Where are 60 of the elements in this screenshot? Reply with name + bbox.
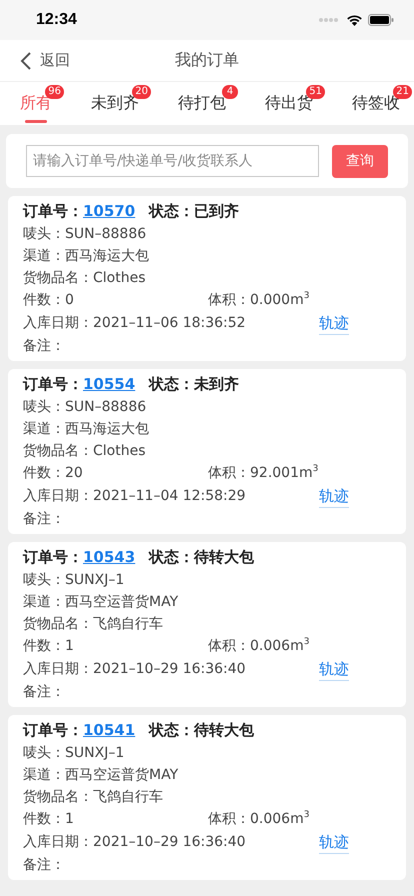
- volume-text: 体积：0.000m$^{3}$: [208, 290, 310, 310]
- channel-text: 渠道：西马空运普货MAY: [23, 593, 180, 612]
- status-label: 状态：: [149, 202, 194, 220]
- order-number-link[interactable]: 10554: [83, 375, 136, 393]
- status-label: 状态：: [149, 375, 194, 393]
- order-status: 未到齐: [194, 375, 240, 393]
- tab-indicator: [25, 120, 47, 123]
- note-text: 备注：: [23, 510, 66, 529]
- track-link[interactable]: 轨迹: [319, 484, 349, 508]
- mark-text: 唛头：SUNXJ–1: [23, 571, 126, 590]
- order-number-link[interactable]: 10541: [83, 721, 136, 739]
- date-text: 入库日期：2021–11–04 12:58:29: [23, 487, 247, 506]
- channel-text: 渠道：西马空运普货MAY: [23, 766, 180, 785]
- date-text: 入库日期：2021–10–29 16:36:40: [23, 660, 247, 679]
- goods-text: 货物品名：Clothes: [23, 269, 146, 288]
- track-link[interactable]: 轨迹: [319, 657, 349, 681]
- back-button[interactable]: 返回: [0, 51, 70, 70]
- count-text: 件数：1: [23, 637, 75, 656]
- track-link[interactable]: 轨迹: [319, 311, 349, 335]
- mark-text: 唛头：SUN–88886: [23, 398, 148, 417]
- wifi-icon: [346, 14, 363, 26]
- channel-text: 渠道：西马海运大包: [23, 247, 150, 266]
- back-icon: [20, 52, 31, 70]
- count-text: 件数：0: [23, 291, 75, 310]
- date-text: 入库日期：2021–11–06 18:36:52: [23, 314, 247, 333]
- volume-text: 体积：0.006m$^{3}$: [208, 809, 310, 829]
- track-link[interactable]: 轨迹: [319, 830, 349, 854]
- volume-text: 体积：92.001m$^{3}$: [208, 463, 318, 483]
- order-number-link[interactable]: 10570: [83, 202, 136, 220]
- order-status: 已到齐: [194, 202, 240, 220]
- signal-icon: [319, 17, 341, 23]
- order-label: 订单号：: [23, 548, 83, 566]
- search-field[interactable]: 请输入订单号/快递单号/收货联系人: [26, 145, 319, 177]
- mark-text: 唛头：SUN–88886: [23, 225, 148, 244]
- goods-text: 货物品名：飞鸽自行车: [23, 615, 164, 634]
- date-text: 入库日期：2021–10–29 16:36:40: [23, 833, 247, 852]
- count-text: 件数：1: [23, 810, 75, 829]
- goods-text: 货物品名：Clothes: [23, 442, 146, 461]
- status-label: 状态：: [149, 721, 194, 739]
- note-text: 备注：: [23, 337, 66, 356]
- count-text: 件数：20: [23, 464, 84, 483]
- order-status: 待转大包: [194, 721, 254, 739]
- status-time: 12:34: [36, 11, 77, 29]
- goods-text: 货物品名：飞鸽自行车: [23, 788, 164, 807]
- battery-icon: [368, 14, 394, 26]
- order-number-link[interactable]: 10543: [83, 548, 136, 566]
- order-status: 待转大包: [194, 548, 254, 566]
- note-text: 备注：: [23, 856, 66, 875]
- note-text: 备注：: [23, 683, 66, 702]
- order-label: 订单号：: [23, 202, 83, 220]
- order-label: 订单号：: [23, 375, 83, 393]
- mark-text: 唛头：SUNXJ–1: [23, 744, 126, 763]
- channel-text: 渠道：西马海运大包: [23, 420, 150, 439]
- count-badge: 4: [222, 85, 238, 99]
- search-button[interactable]: 查询: [332, 144, 388, 178]
- status-label: 状态：: [149, 548, 194, 566]
- page-title: 我的订单: [175, 50, 239, 71]
- count-badge: 96: [45, 85, 64, 99]
- order-label: 订单号：: [23, 721, 83, 739]
- volume-text: 体积：0.006m$^{3}$: [208, 636, 310, 656]
